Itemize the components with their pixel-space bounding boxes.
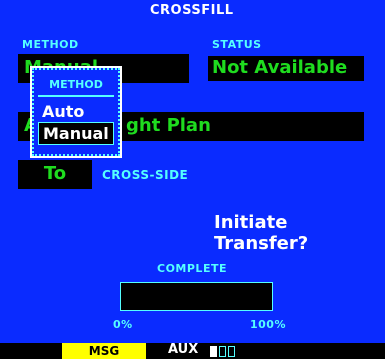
status-field: Not Available	[206, 54, 366, 83]
page-title: CROSSFILL	[150, 3, 234, 18]
page-indicator-active	[210, 346, 217, 357]
direction-field[interactable]: To	[18, 160, 92, 189]
progress-max-label: 100%	[250, 318, 286, 331]
page-indicator-inactive-1	[219, 346, 226, 357]
flight-plan-suffix: ght Plan	[126, 115, 211, 136]
page-indicator-inactive-2	[228, 346, 235, 357]
status-label: STATUS	[212, 38, 262, 51]
msg-indicator[interactable]: MSG	[62, 343, 146, 359]
method-option-manual[interactable]: Manual	[38, 122, 114, 145]
complete-label: COMPLETE	[157, 262, 227, 275]
method-popup-divider	[38, 95, 114, 97]
aux-label: AUX	[168, 342, 199, 357]
method-popup-title: METHOD	[38, 78, 114, 91]
msg-label: MSG	[88, 344, 120, 358]
method-label: METHOD	[22, 38, 79, 51]
direction-value: To	[43, 163, 67, 184]
cross-side-label: CROSS-SIDE	[102, 168, 189, 182]
progress-min-label: 0%	[113, 318, 133, 331]
status-value: Not Available	[212, 57, 348, 78]
initiate-transfer-prompt[interactable]: Initiate Transfer?	[214, 212, 385, 254]
progress-bar	[120, 282, 273, 311]
method-popup: METHOD Auto Manual	[30, 66, 122, 158]
page-indicator	[210, 346, 235, 357]
method-option-auto[interactable]: Auto	[38, 101, 88, 122]
